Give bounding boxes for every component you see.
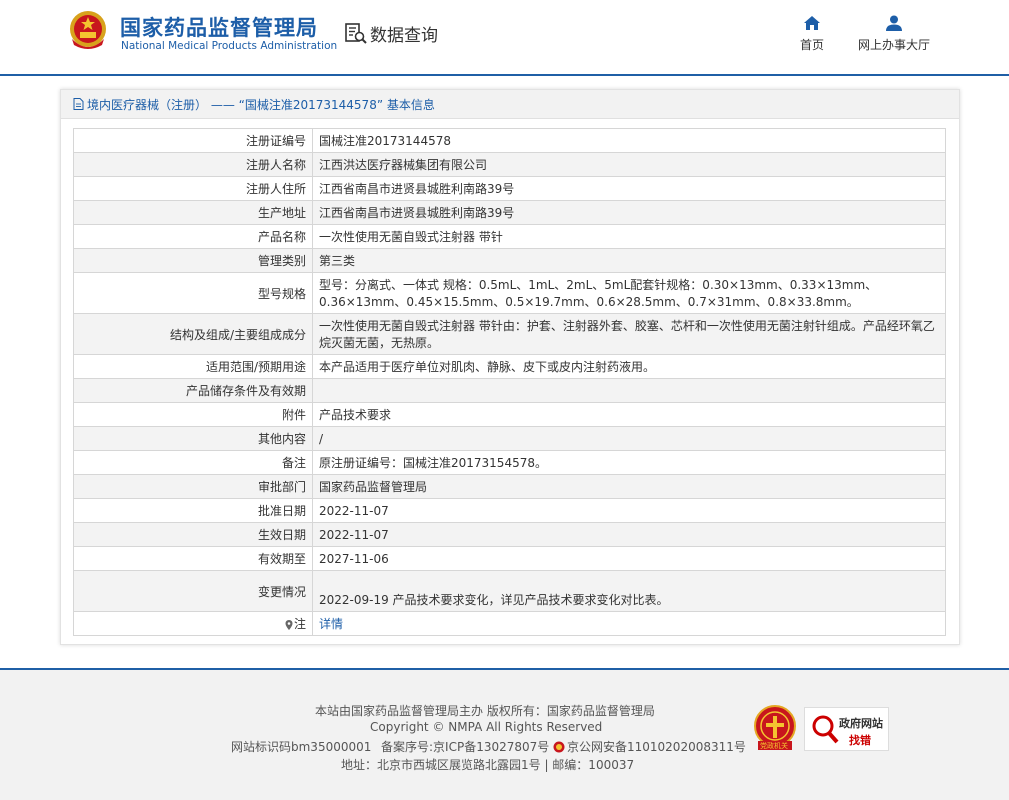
field-label: 其他内容 [73, 426, 313, 451]
field-value: 国家药品监督管理局 [312, 474, 946, 499]
table-row: 备注 原注册证编号：国械注准20173154578。 [73, 450, 946, 475]
field-value: 2022-11-07 [312, 522, 946, 547]
footer-site-id: 网站标识码bm35000001 [231, 740, 372, 754]
field-label: 产品名称 [73, 224, 313, 249]
user-icon [886, 15, 902, 31]
data-query-label: 数据查询 [370, 25, 438, 46]
table-row: 其他内容 / [73, 426, 946, 451]
nav-online-service-hall[interactable]: 网上办事大厅 [856, 14, 932, 53]
party-government-badge-label: 党政机关 [760, 742, 788, 750]
field-label: 有效期至 [73, 546, 313, 571]
table-row: 生产地址 江西省南昌市进贤县城胜利南路39号 [73, 200, 946, 225]
field-label: 审批部门 [73, 474, 313, 499]
table-row-note: 注详情 [73, 611, 946, 636]
table-row: 注册证编号 国械注准20173144578 [73, 128, 946, 153]
field-value: 2027-11-06 [312, 546, 946, 571]
details-link[interactable]: 详情 [319, 617, 343, 631]
table-row: 变更情况 2022-09-19 产品技术要求变化，详见产品技术要求变化对比表。 [73, 570, 946, 612]
table-row: 批准日期 2022-11-07 [73, 498, 946, 523]
table-row: 注册人住所 江西省南昌市进贤县城胜利南路39号 [73, 176, 946, 201]
document-search-icon [345, 23, 367, 44]
field-label: 型号规格 [73, 272, 313, 314]
footer-sponsor: 本站由国家药品监督管理局主办 版权所有：国家药品监督管理局 [315, 704, 655, 718]
field-value: 2022-09-19 产品技术要求变化，详见产品技术要求变化对比表。 [312, 570, 946, 612]
site-logo-title[interactable]: 国家药品监督管理局 [120, 12, 318, 42]
field-label: 管理类别 [73, 248, 313, 273]
field-label: 注册证编号 [73, 128, 313, 153]
nav-home[interactable]: 首页 [798, 14, 826, 53]
nav-online-label: 网上办事大厅 [857, 38, 930, 52]
field-label: 结构及组成/主要组成成分 [73, 313, 313, 355]
table-row: 适用范围/预期用途 本产品适用于医疗单位对肌肉、静脉、皮下或皮内注射药液用。 [73, 354, 946, 379]
field-label: 注册人住所 [73, 176, 313, 201]
site-header: 国家药品监督管理局 National Medical Products Admi… [0, 0, 1009, 76]
breadcrumb-text[interactable]: 境内医疗器械（注册） —— “国械注准20173144578” 基本信息 [87, 96, 435, 113]
magnifier-icon [812, 715, 839, 744]
note-label: 注 [293, 617, 306, 631]
table-row: 审批部门 国家药品监督管理局 [73, 474, 946, 499]
breadcrumb: 境内医疗器械（注册） —— “国械注准20173144578” 基本信息 [61, 90, 959, 119]
field-label: 适用范围/预期用途 [73, 354, 313, 379]
field-label: 生效日期 [73, 522, 313, 547]
data-query-link[interactable]: 数据查询 [344, 20, 438, 46]
table-row: 结构及组成/主要组成成分 一次性使用无菌自毁式注射器 带针由：护套、注射器外套、胶… [73, 313, 946, 355]
field-label: 备注 [73, 450, 313, 475]
table-row: 产品名称 一次性使用无菌自毁式注射器 带针 [73, 224, 946, 249]
gov-website-title: 政府网站 [839, 717, 883, 730]
field-value: 第三类 [312, 248, 946, 273]
footer-address: 地址：北京市西城区展览路北露园1号 | 邮编：100037 [341, 758, 635, 772]
registration-detail-table: 注册证编号 国械注准20173144578 注册人名称 江西洪达医疗器械集团有限公司注… [73, 128, 946, 636]
field-value: 一次性使用无菌自毁式注射器 带针 [312, 224, 946, 249]
table-row: 有效期至 2027-11-06 [73, 546, 946, 571]
party-government-badge[interactable]: 党政机关 [754, 705, 796, 751]
field-value [312, 378, 946, 403]
field-value: 一次性使用无菌自毁式注射器 带针由：护套、注射器外套、胶塞、芯杆和一次性使用无菌… [312, 313, 946, 355]
table-row: 生效日期 2022-11-07 [73, 522, 946, 547]
footer-police-text: 京公网安备11010202008311号 [567, 740, 746, 754]
table-row: 注册人名称 江西洪达医疗器械集团有限公司 [73, 152, 946, 177]
field-value: 产品技术要求 [312, 402, 946, 427]
table-row: 附件 产品技术要求 [73, 402, 946, 427]
footer-police-link[interactable]: 京公网安备11010202008311号 [553, 738, 746, 755]
field-value: 江西省南昌市进贤县城胜利南路39号 [312, 176, 946, 201]
nav-home-label: 首页 [799, 38, 824, 52]
detail-panel: 境内医疗器械（注册） —— “国械注准20173144578” 基本信息 注册证… [60, 89, 960, 645]
location-pin-icon [285, 619, 293, 630]
government-website-error-report[interactable]: 政府网站 找错 [804, 707, 889, 751]
home-icon [804, 16, 820, 30]
document-icon [73, 98, 84, 110]
table-row: 型号规格 型号：分离式、一体式 规格：0.5mL、1mL、2mL、5mL配套针规格… [73, 272, 946, 314]
field-value: 本产品适用于医疗单位对肌肉、静脉、皮下或皮内注射药液用。 [312, 354, 946, 379]
field-value: 江西省南昌市进贤县城胜利南路39号 [312, 200, 946, 225]
table-row: 管理类别 第三类 [73, 248, 946, 273]
national-emblem-icon [70, 11, 106, 49]
field-label: 变更情况 [73, 570, 313, 612]
field-value: / [312, 426, 946, 451]
field-label: 附件 [73, 402, 313, 427]
police-badge-icon [553, 741, 565, 752]
field-value: 2022-11-07 [312, 498, 946, 523]
field-value: 原注册证编号：国械注准20173154578。 [312, 450, 946, 475]
site-logo-subtitle: National Medical Products Administration [121, 40, 338, 52]
footer-copyright: Copyright © NMPA All Rights Reserved [370, 720, 603, 734]
field-label: 注册人名称 [73, 152, 313, 177]
footer-icp-link[interactable]: 备案序号:京ICP备13027807号 [381, 738, 549, 755]
note-label-cell: 注 [73, 611, 313, 636]
field-label: 生产地址 [73, 200, 313, 225]
field-value: 型号：分离式、一体式 规格：0.5mL、1mL、2mL、5mL配套针规格：0.3… [312, 272, 946, 314]
field-label: 产品储存条件及有效期 [73, 378, 313, 403]
report-error-label: 找错 [849, 734, 871, 747]
field-label: 批准日期 [73, 498, 313, 523]
field-value: 国械注准20173144578 [312, 128, 946, 153]
field-value: 江西洪达医疗器械集团有限公司 [312, 152, 946, 177]
table-row: 产品储存条件及有效期 [73, 378, 946, 403]
note-value-cell: 详情 [312, 611, 946, 636]
